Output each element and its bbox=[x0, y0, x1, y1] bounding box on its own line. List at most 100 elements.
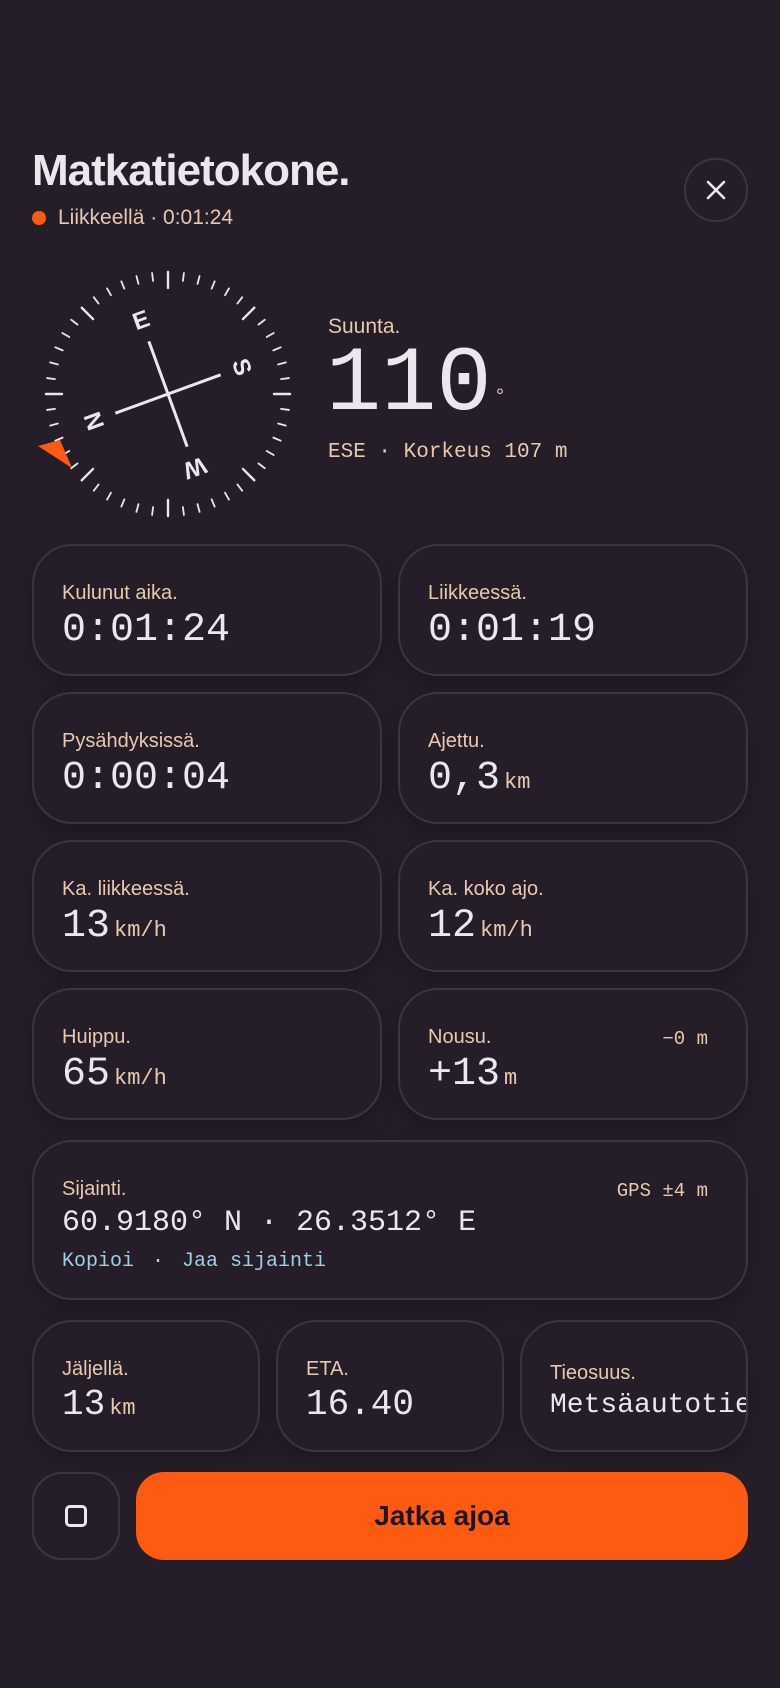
compass-letter-w: W bbox=[179, 451, 210, 484]
remaining-distance-card: Jäljellä. 13 km bbox=[32, 1320, 260, 1452]
card-value: 12 km/h bbox=[428, 904, 533, 949]
compass-tick bbox=[92, 296, 100, 305]
compass-tick bbox=[272, 436, 282, 442]
card-label: Sijainti. bbox=[62, 1178, 127, 1200]
compass-tick bbox=[49, 361, 59, 366]
elapsed-time-card: Kulunut aika. 0:01:24 bbox=[32, 544, 382, 676]
compass-tick bbox=[196, 275, 201, 285]
location-coords: 60.9180° N · 26.3512° E bbox=[62, 1206, 477, 1240]
card-value: 0:01:19 bbox=[428, 608, 597, 653]
compass-tick bbox=[120, 280, 126, 290]
card-label: Ka. liikkeessä. bbox=[62, 878, 190, 900]
compass-tick bbox=[151, 506, 155, 516]
eta-card: ETA. 16.40 bbox=[276, 1320, 504, 1452]
card-value: Metsäautotie bbox=[550, 1390, 748, 1421]
heading-degree-symbol: ° bbox=[494, 386, 507, 409]
moving-time-card: Liikkeessä. 0:01:19 bbox=[398, 544, 748, 676]
location-actions: Kopioi · Jaa sijainti bbox=[62, 1250, 326, 1273]
compass-tick bbox=[277, 361, 287, 366]
compass-tick bbox=[80, 467, 95, 482]
compass-letter-e: E bbox=[129, 305, 153, 336]
road-segment-card: Tieosuus. Metsäautotie bbox=[520, 1320, 748, 1452]
compass-tick bbox=[236, 296, 244, 305]
heading-pointer-icon bbox=[38, 440, 72, 468]
card-label: Nousu. bbox=[428, 1026, 492, 1048]
avg-moving-speed-card: Ka. liikkeessä. 13 km/h bbox=[32, 840, 382, 972]
card-unit: km bbox=[109, 1396, 136, 1421]
compass-tick bbox=[277, 422, 287, 427]
card-value: 16.40 bbox=[306, 1384, 415, 1425]
compass-tick bbox=[210, 280, 216, 290]
card-unit: km/h bbox=[114, 1066, 167, 1091]
card-value: 0,3 km bbox=[428, 756, 531, 801]
copy-link[interactable]: Kopioi bbox=[62, 1250, 134, 1273]
compass-dial: N E S W bbox=[38, 270, 292, 518]
compass-tick bbox=[280, 377, 290, 381]
compass-crosshair-horizontal bbox=[147, 340, 189, 448]
compass-letter-s: S bbox=[226, 355, 257, 379]
compass-tick bbox=[135, 275, 140, 285]
card-label: Huippu. bbox=[62, 1026, 131, 1048]
stopped-time-card: Pysähdyksissä. 0:00:04 bbox=[32, 692, 382, 824]
trip-status: Liikkeellä · 0:01:24 bbox=[32, 206, 233, 230]
card-unit: km/h bbox=[480, 918, 533, 943]
compass-tick bbox=[265, 332, 275, 338]
card-label: Ka. koko ajo. bbox=[428, 878, 544, 900]
compass-tick bbox=[151, 272, 155, 282]
distance-card: Ajettu. 0,3 km bbox=[398, 692, 748, 824]
top-speed-card: Huippu. 65 km/h bbox=[32, 988, 382, 1120]
compass-tick bbox=[272, 346, 282, 352]
card-label: Kulunut aika. bbox=[62, 582, 178, 604]
card-value: 65 km/h bbox=[62, 1052, 167, 1097]
compass-tick bbox=[61, 332, 71, 338]
status-dot bbox=[32, 211, 46, 225]
compass-tick bbox=[181, 272, 185, 282]
card-value: 0:01:24 bbox=[62, 608, 231, 653]
compass-tick bbox=[49, 422, 59, 427]
compass-tick bbox=[54, 436, 64, 442]
compass-tick bbox=[280, 407, 290, 411]
compass-tick bbox=[70, 462, 79, 470]
page-title: Matkatietokone. bbox=[32, 146, 351, 195]
descent-value: −0 m bbox=[662, 1028, 708, 1050]
compass-tick bbox=[80, 306, 95, 321]
compass-letter-n: N bbox=[79, 408, 110, 434]
card-label: Ajettu. bbox=[428, 730, 485, 752]
stop-button[interactable] bbox=[32, 1472, 120, 1560]
compass-tick bbox=[241, 467, 256, 482]
compass-tick bbox=[236, 483, 244, 492]
close-icon bbox=[706, 180, 726, 200]
card-value: 0:00:04 bbox=[62, 756, 231, 801]
compass-tick bbox=[257, 462, 266, 470]
compass-tick bbox=[106, 491, 112, 501]
heading-value: 110 bbox=[326, 332, 492, 437]
compass-tick bbox=[46, 377, 56, 381]
stop-icon bbox=[65, 1505, 87, 1527]
compass-tick bbox=[224, 491, 230, 501]
link-separator: · bbox=[152, 1250, 165, 1273]
card-label: Jäljellä. bbox=[62, 1358, 129, 1380]
compass-tick bbox=[181, 506, 185, 516]
card-label: Tieosuus. bbox=[550, 1362, 636, 1384]
continue-drive-button[interactable]: Jatka ajoa bbox=[136, 1472, 748, 1560]
close-button[interactable] bbox=[684, 158, 748, 222]
compass-tick bbox=[257, 318, 266, 326]
card-unit: km bbox=[504, 770, 531, 795]
card-unit: m bbox=[504, 1066, 518, 1091]
compass-tick bbox=[54, 346, 64, 352]
avg-total-speed-card: Ka. koko ajo. 12 km/h bbox=[398, 840, 748, 972]
compass-tick bbox=[241, 306, 256, 321]
card-value: 13 km bbox=[62, 1384, 136, 1425]
compass-tick bbox=[265, 450, 275, 456]
compass-tick bbox=[92, 483, 100, 492]
compass-tick bbox=[196, 503, 201, 513]
card-value: +13 m bbox=[428, 1052, 518, 1097]
card-label: Liikkeessä. bbox=[428, 582, 527, 604]
heading-subtitle: ESE · Korkeus 107 m bbox=[328, 441, 568, 464]
gps-accuracy: GPS ±4 m bbox=[616, 1180, 708, 1202]
card-value: 13 km/h bbox=[62, 904, 167, 949]
compass-tick bbox=[46, 407, 56, 411]
compass-tick bbox=[210, 498, 216, 508]
card-label: ETA. bbox=[306, 1358, 349, 1380]
share-location-link[interactable]: Jaa sijainti bbox=[182, 1250, 326, 1273]
